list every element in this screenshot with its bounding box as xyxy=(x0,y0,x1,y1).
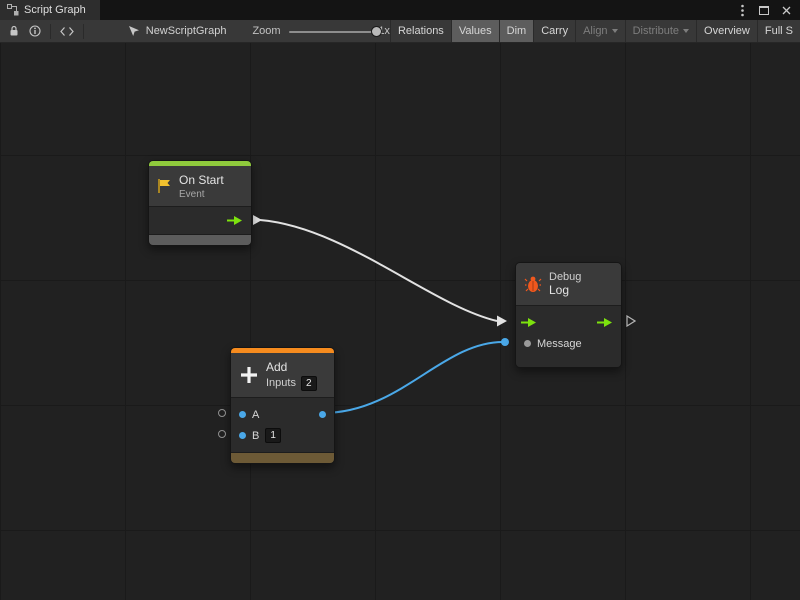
align-button: Align xyxy=(575,20,624,42)
node-header: Debug Log xyxy=(516,263,621,305)
info-icon[interactable] xyxy=(24,20,46,43)
toolbar-separator xyxy=(83,24,84,39)
button-label: Align xyxy=(583,25,607,37)
graph-reference: NewScriptGraph xyxy=(128,25,227,37)
bug-icon xyxy=(524,275,542,293)
flow-output-port[interactable] xyxy=(596,317,613,328)
title-bar: Script Graph xyxy=(0,0,800,20)
flag-icon xyxy=(157,178,172,194)
port-b-label: B xyxy=(252,430,259,442)
port-hint-circle xyxy=(218,430,226,438)
wire-value-endpoint xyxy=(501,338,509,346)
button-label: Values xyxy=(459,25,492,37)
code-icon[interactable] xyxy=(55,20,79,43)
full-screen-button[interactable]: Full S xyxy=(757,20,800,42)
wire-layer xyxy=(0,43,800,600)
node-title: On Start xyxy=(179,173,224,187)
node-ports: A B 1 xyxy=(231,398,334,452)
window-controls xyxy=(735,3,800,17)
tab-title: Script Graph xyxy=(24,4,86,16)
toolbar: NewScriptGraph Zoom 1x Relations Values … xyxy=(0,20,800,43)
sum-output-port[interactable] xyxy=(319,411,326,418)
node-footer xyxy=(149,235,251,246)
port-row-b: B 1 xyxy=(231,425,334,446)
chevron-down-icon xyxy=(612,29,618,33)
flow-input-port[interactable] xyxy=(520,317,537,328)
dim-button[interactable]: Dim xyxy=(499,20,534,42)
zoom-slider[interactable] xyxy=(289,20,374,43)
script-graph-icon xyxy=(7,4,19,16)
node-footer xyxy=(231,453,334,464)
node-ports xyxy=(149,207,251,234)
inputs-label: Inputs xyxy=(266,377,296,389)
wire-flow[interactable] xyxy=(260,220,497,321)
port-hint-circle xyxy=(218,409,226,417)
values-button[interactable]: Values xyxy=(451,20,499,42)
toolbar-button-group: Relations Values Dim Carry Align Distrib… xyxy=(390,20,800,42)
maximize-icon[interactable] xyxy=(757,3,771,17)
port-row-flow xyxy=(516,312,621,333)
node-header: Add Inputs 2 xyxy=(231,353,334,397)
node-header: On Start Event xyxy=(149,166,251,206)
port-row xyxy=(149,207,251,234)
node-subtitle: Event xyxy=(179,189,224,200)
graph-canvas[interactable]: On Start Event Add xyxy=(0,43,800,600)
graph-asset-icon xyxy=(128,25,140,37)
zoom-label: Zoom xyxy=(252,25,280,37)
button-label: Overview xyxy=(704,25,750,37)
wire-flow-end-arrow xyxy=(497,316,507,327)
relations-button[interactable]: Relations xyxy=(390,20,451,42)
button-label: Distribute xyxy=(633,25,679,37)
port-row-message: Message xyxy=(516,333,621,354)
toolbar-separator xyxy=(50,24,51,39)
node-title: Add xyxy=(266,360,317,374)
button-label: Carry xyxy=(541,25,568,37)
flow-output-port[interactable] xyxy=(226,215,243,226)
lock-icon[interactable] xyxy=(4,20,24,43)
node-ports: Message xyxy=(516,306,621,367)
node-on-start[interactable]: On Start Event xyxy=(148,160,252,246)
node-add[interactable]: Add Inputs 2 A B 1 xyxy=(230,347,335,464)
port-row-a: A xyxy=(231,404,334,425)
button-label: Dim xyxy=(507,25,527,37)
node-debug-log[interactable]: Debug Log Message xyxy=(515,262,622,368)
kebab-menu-icon[interactable] xyxy=(735,3,749,17)
button-label: Relations xyxy=(398,25,444,37)
inputs-count-field[interactable]: 2 xyxy=(301,376,317,391)
button-label: Full S xyxy=(765,25,793,37)
port-a-input[interactable] xyxy=(239,411,246,418)
zoom-slider-track[interactable] xyxy=(289,31,374,33)
node-title: Debug xyxy=(549,271,581,283)
wire-value[interactable] xyxy=(323,342,503,413)
flow-hint-triangle xyxy=(626,315,636,327)
message-port-label: Message xyxy=(537,338,582,350)
port-a-label: A xyxy=(252,409,259,421)
tab-script-graph[interactable]: Script Graph xyxy=(0,0,100,20)
node-subtitle: Log xyxy=(549,283,581,297)
graph-name-label: NewScriptGraph xyxy=(146,25,227,37)
port-b-input[interactable] xyxy=(239,432,246,439)
port-b-value-field[interactable]: 1 xyxy=(265,428,281,443)
plus-icon xyxy=(239,365,259,385)
close-icon[interactable] xyxy=(779,3,793,17)
distribute-button: Distribute xyxy=(625,20,696,42)
chevron-down-icon xyxy=(683,29,689,33)
carry-button[interactable]: Carry xyxy=(533,20,575,42)
message-input-port[interactable] xyxy=(524,340,531,347)
zoom-slider-handle[interactable] xyxy=(371,26,382,37)
overview-button[interactable]: Overview xyxy=(696,20,757,42)
